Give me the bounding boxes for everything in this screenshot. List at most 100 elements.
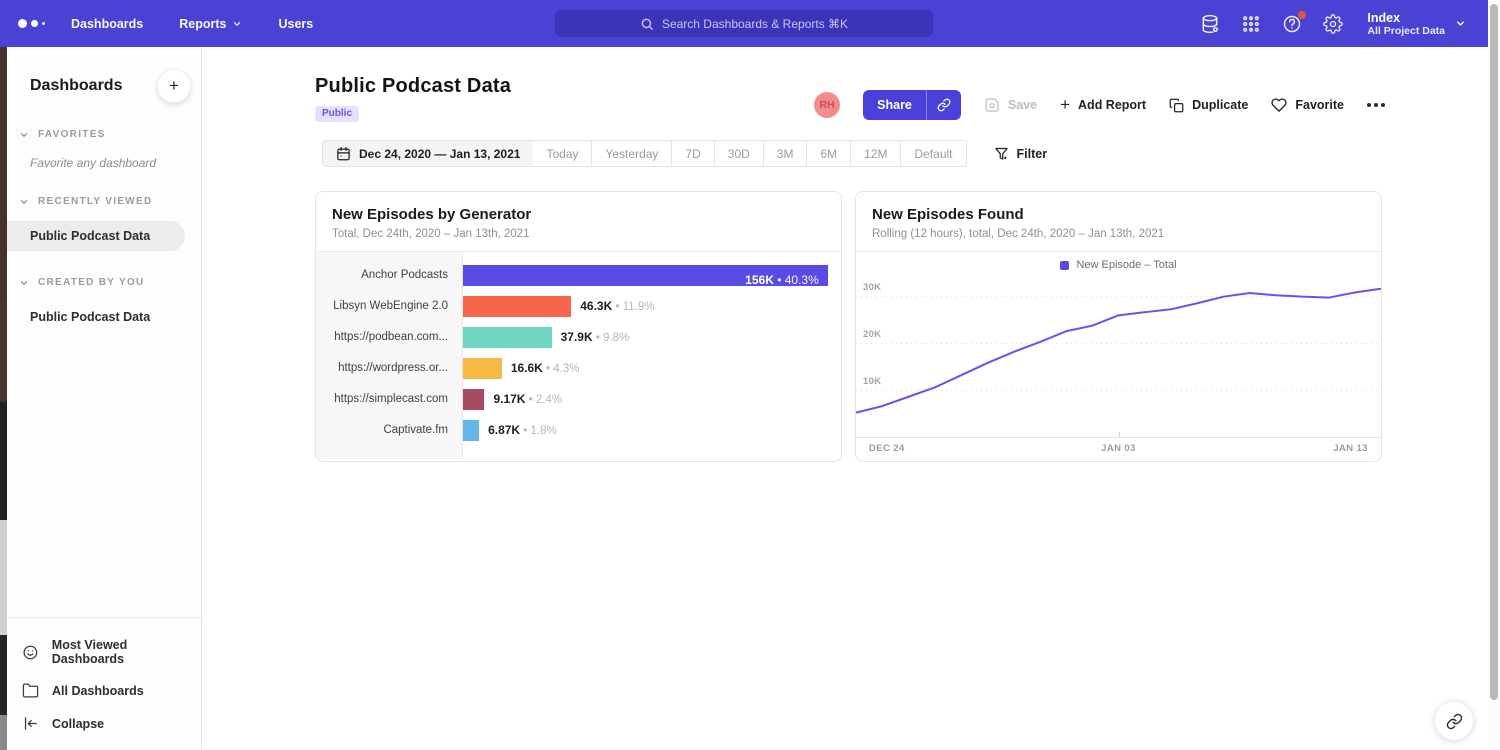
chevron-down-icon [19,130,29,140]
save-label: Save [1008,98,1037,112]
add-dashboard-button[interactable]: + [157,69,191,103]
strip-segment [0,300,7,400]
sidebar-item-public-podcast-data[interactable]: Public Podcast Data [7,221,185,251]
bar-category-label: https://wordpress.or... [316,353,462,384]
project-subtitle: All Project Data [1367,25,1445,37]
footer-item-label: Most Viewed Dashboards [52,638,201,666]
nav-dashboards[interactable]: Dashboards [71,17,143,31]
date-preset-12m[interactable]: 12M [850,141,900,166]
settings-gear-icon[interactable] [1322,13,1344,35]
x-tick-label: DEC 24 [869,443,1035,454]
search-input[interactable]: Search Dashboards & Reports ⌘K [555,10,933,37]
nav-users[interactable]: Users [278,17,313,31]
date-preset-today[interactable]: Today [533,141,591,166]
date-preset-7d[interactable]: 7D [671,141,713,166]
bar-value-label: 46.3K • 11.9% [580,296,654,317]
strip-segment [0,715,7,750]
bar[interactable] [463,358,502,379]
chevron-down-icon [232,19,242,29]
favorite-button[interactable]: Favorite [1271,97,1344,113]
notification-badge [1298,11,1306,19]
date-controls: Dec 24, 2020 — Jan 13, 2021 TodayYesterd… [322,140,1488,167]
calendar-icon [336,146,351,161]
legend: New Episode – Total [856,252,1381,278]
share-link-fab[interactable] [1435,702,1473,740]
scrollbar-thumb[interactable] [1490,4,1498,700]
avatar[interactable]: RH [814,92,840,118]
bar-row[interactable]: 46.3K • 11.9% [463,291,841,322]
filter-button[interactable]: Filter [994,146,1048,161]
bar-category-label: Libsyn WebEngine 2.0 [316,291,462,322]
topbar-right: Index All Project Data [1199,0,1466,47]
section-recently-viewed-header[interactable]: RECENTLY VIEWED [7,196,201,207]
duplicate-label: Duplicate [1192,98,1248,112]
nav-reports[interactable]: Reports [179,17,242,31]
share-button[interactable]: Share [863,90,961,120]
card-title: New Episodes by Generator [332,206,825,223]
bar-chart-labels: Anchor PodcastsLibsyn WebEngine 2.0https… [316,252,463,459]
bar[interactable] [463,327,552,348]
share-link-segment[interactable] [926,90,961,120]
bar-row[interactable]: 9.17K • 2.4% [463,384,841,415]
bar[interactable] [463,296,571,317]
add-report-button[interactable]: + Add Report [1060,98,1146,112]
axis-tick [1119,432,1120,437]
bar[interactable]: 156K • 40.3% [463,265,828,286]
date-preset-6m[interactable]: 6M [806,141,850,166]
date-range-label: Dec 24, 2020 — Jan 13, 2021 [359,147,520,161]
card-subtitle: Rolling (12 hours), total, Dec 24th, 202… [872,228,1365,240]
more-options-button[interactable] [1367,103,1385,107]
section-created-by-you-header[interactable]: CREATED BY YOU [7,277,201,288]
page-scrollbar[interactable] [1488,0,1500,750]
bar-category-label: https://simplecast.com [316,384,462,415]
database-gear-icon[interactable] [1199,13,1221,35]
x-tick-label: JAN 03 [1035,443,1201,454]
chevron-down-icon [1455,18,1466,29]
plus-icon: + [1060,100,1070,110]
date-preset-yesterday[interactable]: Yesterday [591,141,671,166]
collapse-sidebar-item[interactable]: Collapse [7,707,201,740]
bar-row[interactable]: 6.87K • 1.8% [463,415,841,446]
bar-value-label: 16.6K • 4.3% [511,358,580,379]
link-icon [1446,713,1463,730]
apps-grid-icon[interactable] [1240,13,1262,35]
all-dashboards-item[interactable]: All Dashboards [7,674,201,707]
sidebar-title: Dashboards [30,77,122,95]
bar[interactable] [463,389,484,410]
y-tick-label: 30K [863,282,881,293]
date-preset-3m[interactable]: 3M [763,141,807,166]
sidebar: Dashboards + FAVORITES Favorite any dash… [7,47,202,750]
bar-chart-card: New Episodes by Generator Total, Dec 24t… [315,191,842,462]
date-preset-30d[interactable]: 30D [714,141,763,166]
chevron-down-icon [19,278,29,288]
top-navigation: Dashboards Reports Users [71,17,313,31]
duplicate-button[interactable]: Duplicate [1169,98,1248,113]
bar-value-label: 6.87K • 1.8% [488,420,557,441]
bar-row[interactable]: 37.9K • 9.8% [463,322,841,353]
help-icon[interactable] [1281,13,1303,35]
date-range-bar: Dec 24, 2020 — Jan 13, 2021 TodayYesterd… [322,140,967,167]
project-switcher[interactable]: Index All Project Data [1367,11,1466,37]
strip-segment [0,47,7,300]
bar-row[interactable]: 16.6K • 4.3% [463,353,841,384]
app-logo-dots-icon[interactable] [18,19,45,28]
save-button[interactable]: Save [984,97,1037,113]
section-favorites-header[interactable]: FAVORITES [7,129,201,140]
section-recently-viewed: RECENTLY VIEWED Public Podcast Data [7,196,201,251]
public-badge: Public [315,106,359,122]
x-axis-labels: DEC 24 JAN 03 JAN 13 [856,438,1381,458]
date-range-button[interactable]: Dec 24, 2020 — Jan 13, 2021 [323,141,533,166]
sidebar-item-public-podcast-data[interactable]: Public Podcast Data [7,302,201,332]
most-viewed-dashboards-item[interactable]: Most Viewed Dashboards [7,630,201,674]
strip-segment [0,400,7,520]
topbar: Dashboards Reports Users Search Dashboar… [0,0,1488,47]
bar-category-label: Captivate.fm [316,415,462,446]
project-name: Index [1367,11,1445,25]
date-preset-default[interactable]: Default [900,141,965,166]
section-created-by-you: CREATED BY YOU Public Podcast Data [7,277,201,332]
heart-icon [1271,97,1287,113]
background-window-strip [0,47,7,750]
bar[interactable] [463,420,479,441]
x-tick-label: JAN 13 [1202,443,1368,454]
bar-row[interactable]: 156K • 40.3% [463,260,841,291]
